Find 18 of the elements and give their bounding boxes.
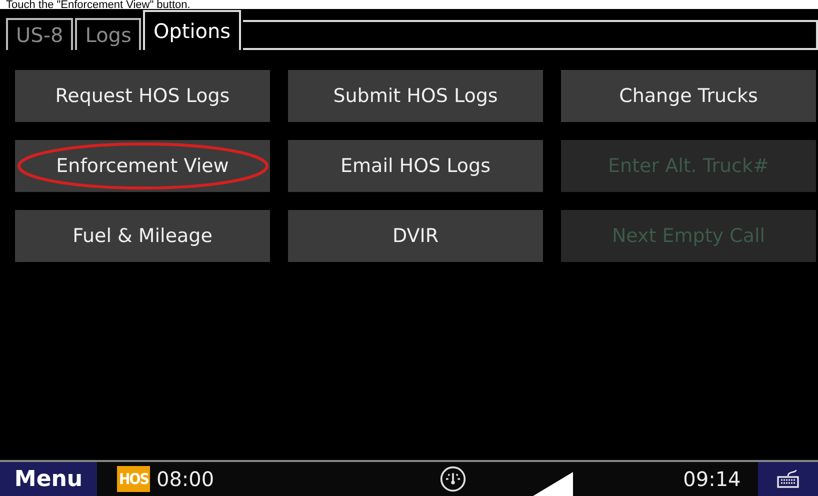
keyboard-button[interactable] (758, 462, 818, 496)
instruction-caption: Touch the "Enforcement View" button. (0, 0, 818, 9)
option-button[interactable]: Fuel & Mileage (15, 210, 270, 262)
option-button[interactable]: Email HOS Logs (288, 140, 543, 192)
option-button[interactable]: Request HOS Logs (15, 70, 270, 122)
option-button[interactable]: Submit HOS Logs (288, 70, 543, 122)
hos-time: 08:00 (156, 467, 214, 491)
option-button[interactable]: Change Trucks (561, 70, 816, 122)
option-button[interactable]: DVIR (288, 210, 543, 262)
tab[interactable]: Logs (75, 18, 142, 50)
gauge-icon[interactable] (439, 465, 468, 493)
signal-icon (533, 472, 574, 496)
clock: 09:14 (683, 467, 741, 491)
tab[interactable]: Options (143, 10, 241, 50)
hos-badge: HOS (117, 466, 150, 492)
menu-button[interactable]: Menu (0, 462, 97, 496)
tab[interactable]: US-8 (6, 18, 74, 50)
keyboard-icon (776, 469, 800, 489)
